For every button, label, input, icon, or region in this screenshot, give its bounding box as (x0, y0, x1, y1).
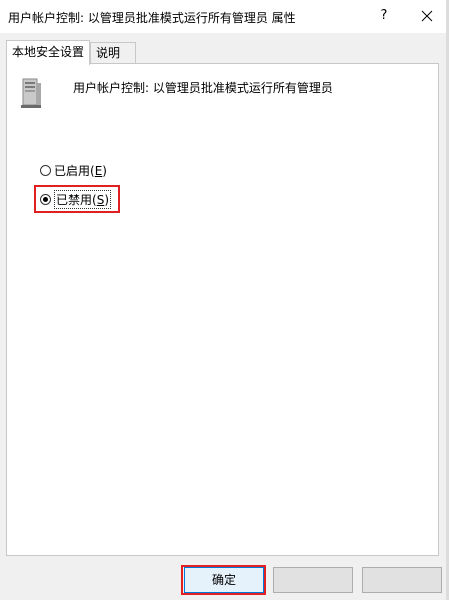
policy-name: 用户帐户控制: 以管理员批准模式运行所有管理员 (73, 81, 333, 95)
server-policy-icon (21, 78, 41, 108)
ok-button[interactable]: 确定 (184, 567, 264, 593)
tab-local-security-setting[interactable]: 本地安全设置 (6, 40, 90, 65)
settings-panel: 用户帐户控制: 以管理员批准模式运行所有管理员 已启用(E) 已禁用(S) (6, 63, 439, 556)
disabled-option[interactable]: 已禁用(S) (40, 189, 112, 209)
cancel-button[interactable] (273, 567, 353, 593)
enabled-label: 已启用(E) (54, 163, 107, 178)
tab-explain[interactable]: 说明 (90, 42, 136, 63)
enabled-radio[interactable] (40, 164, 51, 176)
disabled-label: 已禁用(S) (54, 189, 112, 209)
title-bar: 用户帐户控制: 以管理员批准模式运行所有管理员 属性 ? (0, 0, 449, 33)
window-title: 用户帐户控制: 以管理员批准模式运行所有管理员 属性 (8, 11, 296, 25)
close-icon (421, 10, 433, 22)
apply-button[interactable] (362, 567, 442, 593)
close-button[interactable] (412, 2, 442, 30)
disabled-radio[interactable] (40, 193, 51, 205)
enabled-option[interactable]: 已启用(E) (40, 161, 107, 179)
help-button[interactable]: ? (373, 5, 395, 27)
